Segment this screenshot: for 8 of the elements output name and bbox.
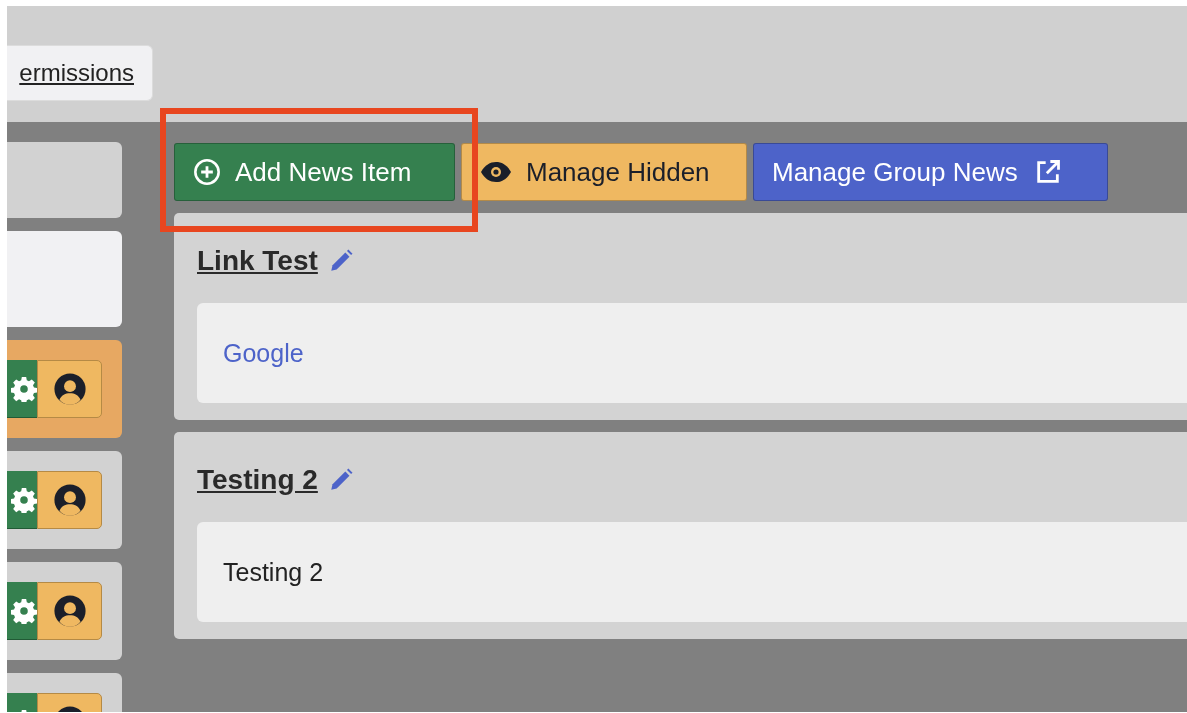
add-news-button[interactable]: Add News Item [174,143,455,201]
news-text: Testing 2 [223,557,324,587]
news-link[interactable]: Google [223,338,304,368]
news-title[interactable]: Testing 2 [197,464,318,496]
permissions-button[interactable]: ermissions [7,45,153,101]
manage-hidden-button[interactable]: Manage Hidden [461,143,747,201]
news-title[interactable]: Link Test [197,245,318,277]
manage-group-news-button[interactable]: Manage Group News [753,143,1108,201]
